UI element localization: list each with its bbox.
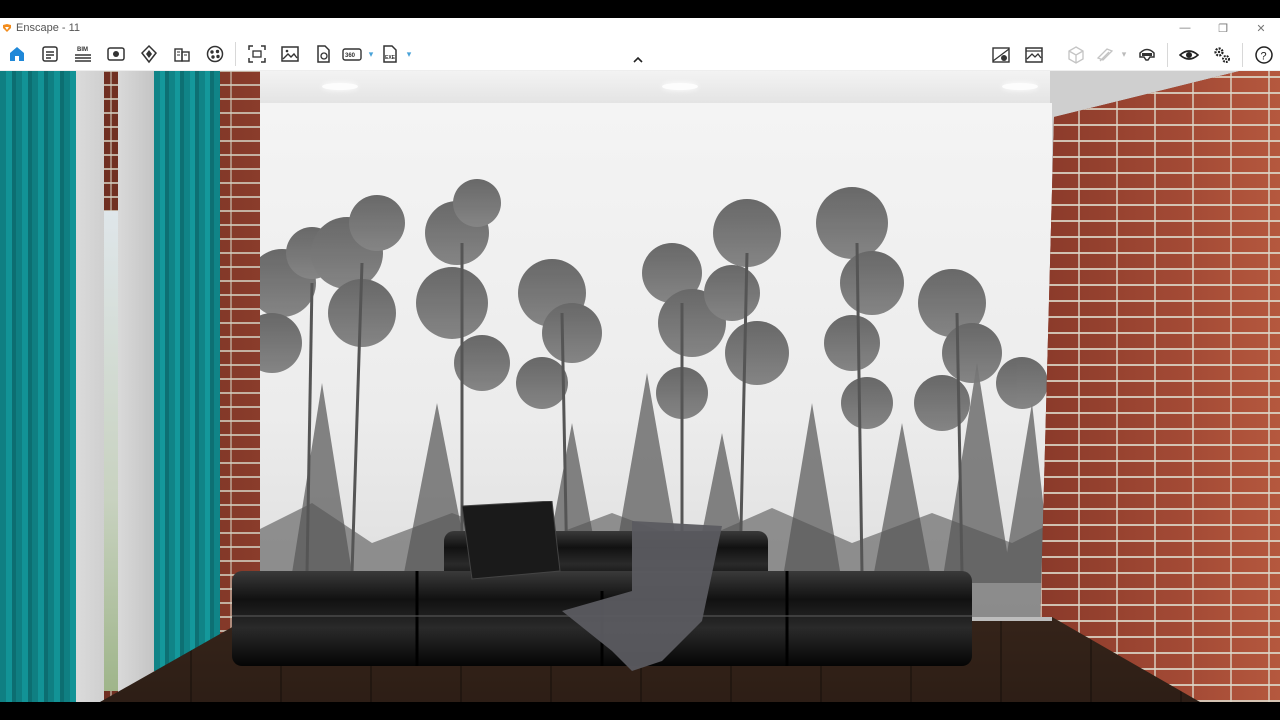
gears-icon <box>1213 46 1230 63</box>
materials-button[interactable] <box>198 39 231 69</box>
settings-panel-button[interactable] <box>33 39 66 69</box>
image-gallery-button[interactable] <box>1017 40 1050 70</box>
screen-bottom-letterbox <box>0 702 1280 720</box>
exe-export-icon: EXE <box>383 45 397 63</box>
vr-headset-button[interactable] <box>1130 40 1163 70</box>
toolbar-right-group: ▾ ? <box>984 38 1280 71</box>
map-pin-icon <box>991 46 1010 63</box>
image-icon <box>280 46 299 62</box>
teal-curtain-left <box>0 71 76 702</box>
restore-button[interactable]: ❐ <box>1204 18 1242 38</box>
title-bar: Enscape - 11 — ❐ ✕ <box>0 18 1280 38</box>
right-brick-wall <box>1040 71 1280 702</box>
enscape-logo-icon <box>3 24 11 32</box>
bim-icon: BIM <box>74 47 91 62</box>
window-frame-middle <box>118 71 158 702</box>
enscape-window: Enscape - 11 — ❐ ✕ BIM 360 ▾ EXE ▾ ▾ ? <box>0 18 1280 702</box>
ceiling <box>250 71 1050 103</box>
settings-panel-icon <box>41 46 58 62</box>
ceiling-light <box>322 83 358 90</box>
toolbar-separator <box>235 42 236 66</box>
black-leather-sofa <box>232 501 972 671</box>
bim-label: BIM <box>77 47 88 53</box>
window-title: Enscape - 11 <box>16 22 81 34</box>
eye-icon <box>1178 49 1199 60</box>
panorama-360-label: 360 <box>345 53 356 59</box>
view-icon <box>106 47 125 61</box>
toolbar-separator <box>1167 42 1168 67</box>
screenshot-button[interactable] <box>240 39 273 69</box>
minimize-button[interactable]: — <box>1166 18 1204 38</box>
eye-button[interactable] <box>1172 40 1205 70</box>
panorama-dropdown-caret[interactable]: ▾ <box>365 49 377 60</box>
screen-top-letterbox <box>0 0 1280 18</box>
exe-export-button[interactable]: EXE <box>377 39 403 69</box>
exe-dropdown-caret[interactable]: ▾ <box>403 49 415 60</box>
render-viewport[interactable] <box>0 71 1280 702</box>
file-sync-icon <box>316 45 330 63</box>
home-button[interactable] <box>0 39 33 69</box>
upload-icon <box>140 44 157 64</box>
toolbar-separator <box>1242 42 1243 67</box>
bim-button[interactable]: BIM <box>66 39 99 69</box>
buildings-button[interactable] <box>165 39 198 69</box>
cube-button[interactable] <box>1059 40 1092 70</box>
vr-headset-icon <box>1138 48 1155 61</box>
view-button[interactable] <box>99 39 132 69</box>
help-button[interactable]: ? <box>1247 40 1280 70</box>
upload-button[interactable] <box>132 39 165 69</box>
teal-curtain-right <box>154 71 220 671</box>
materials-icon <box>206 45 223 63</box>
panorama-360-button[interactable]: 360 <box>339 39 365 69</box>
collapse-toolbar-toggle[interactable] <box>631 54 645 66</box>
screenshot-icon <box>247 45 266 63</box>
close-button[interactable]: ✕ <box>1242 18 1280 38</box>
layers-button[interactable] <box>1092 40 1118 70</box>
cube-icon <box>1067 45 1084 64</box>
chevron-up-icon <box>633 56 643 63</box>
layers-icon <box>1096 47 1114 61</box>
toolbar-separator <box>1054 43 1055 67</box>
layers-dropdown-caret[interactable]: ▾ <box>1118 49 1130 60</box>
exe-label: EXE <box>385 55 396 61</box>
gears-button[interactable] <box>1205 40 1238 70</box>
image-button[interactable] <box>273 39 306 69</box>
help-icon: ? <box>1254 45 1273 64</box>
image-gallery-icon <box>1024 46 1043 63</box>
ceiling-light <box>662 83 698 90</box>
file-sync-button[interactable] <box>306 39 339 69</box>
ceiling-light <box>1002 83 1038 90</box>
home-icon <box>9 47 24 61</box>
window-controls: — ❐ ✕ <box>1166 18 1280 38</box>
map-pin-button[interactable] <box>984 40 1017 70</box>
panorama-360-icon: 360 <box>342 48 362 61</box>
help-label: ? <box>1260 50 1266 62</box>
buildings-icon <box>173 48 190 62</box>
